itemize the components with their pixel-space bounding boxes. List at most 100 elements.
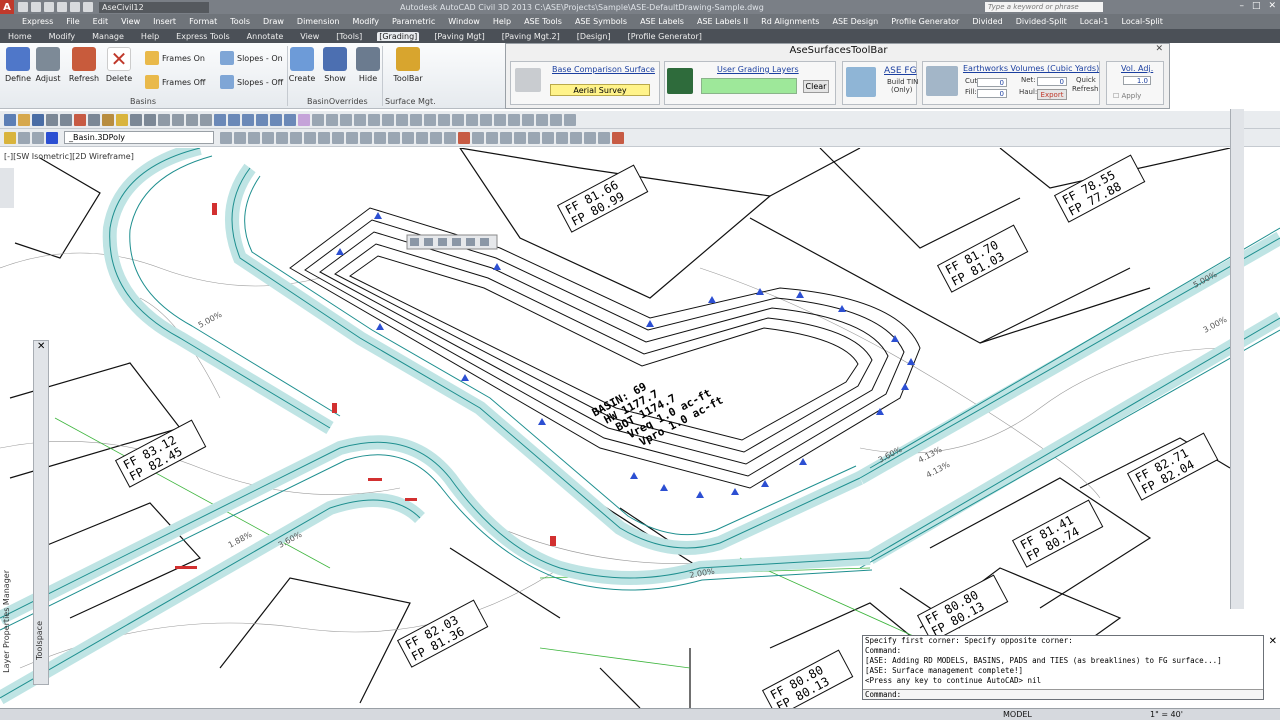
- corridor-icon[interactable]: [522, 113, 534, 126]
- lineweight-icon[interactable]: [584, 131, 596, 144]
- menu-window[interactable]: Window: [448, 17, 480, 26]
- layer-dropdown[interactable]: _Basin.3DPoly: [64, 131, 214, 144]
- copy-object-icon[interactable]: [262, 131, 274, 144]
- vol-adj-link[interactable]: Vol. Adj.: [1121, 64, 1153, 73]
- menu-help[interactable]: Help: [493, 17, 511, 26]
- tool-palettes-icon[interactable]: [242, 113, 254, 126]
- make-current-icon[interactable]: [220, 131, 232, 144]
- explode-icon[interactable]: [402, 131, 414, 144]
- grid-icon[interactable]: [556, 131, 568, 144]
- save-icon[interactable]: [32, 113, 44, 126]
- distance-icon[interactable]: [486, 131, 498, 144]
- toolspace-label[interactable]: Toolspace: [35, 621, 44, 660]
- toolbar-button[interactable]: ToolBar: [390, 47, 426, 83]
- dimension-icon[interactable]: [438, 113, 450, 126]
- layer-properties-icon[interactable]: [4, 131, 16, 144]
- refresh-button[interactable]: Refresh: [66, 47, 102, 83]
- erase-icon[interactable]: [458, 131, 470, 144]
- slopes-off-button[interactable]: Slopes - Off: [220, 75, 283, 89]
- clear-button[interactable]: Clear: [803, 80, 829, 93]
- menu-ase-tools[interactable]: ASE Tools: [524, 17, 562, 26]
- points-icon[interactable]: [550, 113, 562, 126]
- minimize-button[interactable]: –: [1239, 1, 1244, 11]
- undo-icon[interactable]: [130, 113, 142, 126]
- match-properties-icon[interactable]: [116, 113, 128, 126]
- zoom-window-icon[interactable]: [186, 113, 198, 126]
- delete-button[interactable]: ✕ Delete: [101, 47, 137, 83]
- menu-rd-alignments[interactable]: Rd Alignments: [761, 17, 819, 26]
- tab-paving-mgt[interactable]: [Paving Mgt]: [432, 32, 486, 41]
- tab-manage[interactable]: Manage: [90, 32, 126, 41]
- menu-draw[interactable]: Draw: [263, 17, 284, 26]
- grading-icon[interactable]: [536, 113, 548, 126]
- undo-icon[interactable]: [70, 2, 80, 12]
- draw-arc-icon[interactable]: [340, 113, 352, 126]
- command-input[interactable]: Command:: [863, 689, 1263, 699]
- fillet-icon[interactable]: [374, 131, 386, 144]
- text-icon[interactable]: [396, 113, 408, 126]
- mirror-icon[interactable]: [304, 131, 316, 144]
- stretch-icon[interactable]: [416, 131, 428, 144]
- create-button[interactable]: Create: [284, 47, 320, 83]
- draw-circle-icon[interactable]: [354, 113, 366, 126]
- scale-icon[interactable]: [290, 131, 302, 144]
- menu-tools[interactable]: Tools: [230, 17, 250, 26]
- markup-icon[interactable]: [270, 113, 282, 126]
- workspace-dropdown[interactable]: AseCivil12: [99, 1, 209, 13]
- paste-icon[interactable]: [102, 113, 114, 126]
- tab-home[interactable]: Home: [6, 32, 34, 41]
- save-icon[interactable]: [44, 2, 54, 12]
- move-icon[interactable]: [248, 131, 260, 144]
- tab-annotate[interactable]: Annotate: [245, 32, 286, 41]
- search-input[interactable]: Type a keyword or phrase: [985, 2, 1103, 12]
- rotate-icon[interactable]: [276, 131, 288, 144]
- hatch-icon[interactable]: [382, 113, 394, 126]
- export-button[interactable]: Export: [1037, 89, 1067, 100]
- sheet-set-icon[interactable]: [256, 113, 268, 126]
- annotation-scale[interactable]: 1" = 40': [1150, 710, 1183, 719]
- orbit-icon[interactable]: [466, 238, 475, 246]
- calculator-icon[interactable]: [284, 113, 296, 126]
- menu-format[interactable]: Format: [189, 17, 217, 26]
- preview-icon[interactable]: [60, 113, 72, 126]
- tab-profile-generator[interactable]: [Profile Generator]: [626, 32, 704, 41]
- zoom-in-icon[interactable]: [410, 238, 419, 246]
- layer-previous-icon[interactable]: [32, 131, 44, 144]
- trim-icon[interactable]: [346, 131, 358, 144]
- draw-polyline-icon[interactable]: [326, 113, 338, 126]
- zoom-extents-icon[interactable]: [438, 238, 447, 246]
- block-icon[interactable]: [410, 113, 422, 126]
- draw-rectangle-icon[interactable]: [368, 113, 380, 126]
- menu-ase-labels[interactable]: ASE Labels: [640, 17, 684, 26]
- ase-fg-link[interactable]: ASE FG: [884, 66, 917, 76]
- zoom-icon[interactable]: [172, 113, 184, 126]
- menu-ase-symbols[interactable]: ASE Symbols: [575, 17, 627, 26]
- close-button[interactable]: ✕: [1268, 1, 1276, 11]
- quick-refresh-button[interactable]: Refresh: [1072, 85, 1098, 93]
- alignment-icon[interactable]: [494, 113, 506, 126]
- print-icon[interactable]: [57, 2, 67, 12]
- insert-icon[interactable]: [424, 113, 436, 126]
- new-icon[interactable]: [18, 2, 28, 12]
- menu-modify[interactable]: Modify: [352, 17, 379, 26]
- model-space-toggle[interactable]: MODEL: [1003, 710, 1032, 719]
- redo-icon[interactable]: [83, 2, 93, 12]
- menu-ase-design[interactable]: ASE Design: [832, 17, 878, 26]
- surface-icon[interactable]: [480, 113, 492, 126]
- slopes-on-button[interactable]: Slopes - On: [220, 51, 283, 65]
- array-icon[interactable]: [332, 131, 344, 144]
- open-icon[interactable]: [18, 113, 30, 126]
- show-button[interactable]: Show: [317, 47, 353, 83]
- close-icon[interactable]: ✕: [1269, 636, 1277, 647]
- ortho-icon[interactable]: [528, 131, 540, 144]
- tab-view[interactable]: View: [298, 32, 321, 41]
- menu-insert[interactable]: Insert: [153, 17, 176, 26]
- menu-local-1[interactable]: Local-1: [1080, 17, 1109, 26]
- hide-button[interactable]: Hide: [350, 47, 386, 83]
- menu-dimension[interactable]: Dimension: [297, 17, 340, 26]
- menu-divided[interactable]: Divided: [972, 17, 1002, 26]
- properties-icon[interactable]: [214, 113, 226, 126]
- toolbar-close-button[interactable]: ✕: [1155, 44, 1163, 54]
- base-comparison-link[interactable]: Base Comparison Surface: [552, 65, 655, 74]
- frames-off-button[interactable]: Frames Off: [145, 75, 205, 89]
